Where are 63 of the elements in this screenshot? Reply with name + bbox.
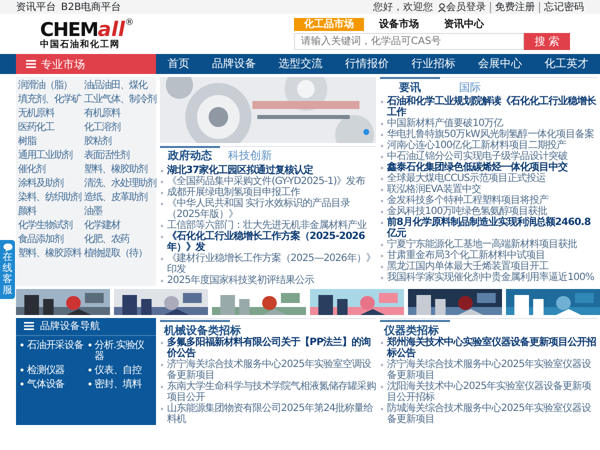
menu-icon: [26, 60, 36, 68]
search-tab[interactable]: 设备市场: [369, 18, 429, 31]
category-link[interactable]: 植物提取（待）: [84, 248, 156, 259]
menu-icon: [24, 322, 34, 330]
top-link[interactable]: 忘记密码: [539, 2, 584, 12]
nav-link[interactable]: 首页: [167, 54, 190, 74]
news-tab[interactable]: 国际: [440, 77, 500, 94]
category-link[interactable]: 涂料及助剂: [18, 178, 81, 189]
category-link[interactable]: 化学建材: [84, 220, 156, 231]
news-tab[interactable]: 科技创新: [220, 146, 280, 162]
news-tab[interactable]: 要讯: [380, 77, 440, 94]
category-link[interactable]: 化肥、农药: [84, 234, 156, 245]
logo[interactable]: CHEMall®: [40, 18, 134, 40]
category-link[interactable]: 化工溶剂: [84, 122, 156, 133]
logo-tagline: 中国石油和化工网: [40, 40, 121, 50]
market-label: 专业市场: [41, 58, 85, 70]
nav-link[interactable]: 行情报价: [344, 54, 389, 74]
search-field[interactable]: 请输入关键词，化学品可CAS号: [294, 33, 524, 50]
section-title: 仪器类招标: [382, 324, 440, 336]
category-link[interactable]: 润滑油（脂）: [18, 80, 81, 91]
category-link[interactable]: 无机原料: [18, 108, 81, 119]
category-link[interactable]: 化学生物试剂: [18, 220, 81, 231]
nav-link[interactable]: 选型交流: [278, 54, 322, 74]
category-link[interactable]: 食品添加剂: [18, 234, 81, 245]
category-link[interactable]: 通用工业助剂: [18, 150, 81, 161]
category-link[interactable]: 油墨: [84, 206, 156, 217]
category-link[interactable]: 工业气体、制冷剂: [84, 94, 156, 105]
top-link[interactable]: 资讯平台: [16, 2, 56, 12]
news-link[interactable]: 山东能源集团物资有限公司2025年第24批称量给料机: [160, 402, 376, 424]
login-link[interactable]: 会员登录: [438, 2, 486, 12]
search-tab[interactable]: 资讯中心: [434, 18, 494, 31]
section-title: 机械设备类招标: [162, 324, 242, 336]
user-icon: [438, 2, 446, 12]
category-link[interactable]: 塑料、橡胶助剂: [84, 164, 156, 175]
nav-link[interactable]: 会展中心: [478, 54, 522, 74]
market-menu[interactable]: 专业市场: [16, 54, 156, 74]
news-link[interactable]: 石油和化学工业规划院解读《石化化工行业稳增长工作: [380, 96, 598, 118]
category-link[interactable]: 染料、纺织助剂: [18, 192, 81, 203]
greeting-text: 您好，欢迎您: [373, 2, 433, 12]
category-link[interactable]: 催化剂: [18, 164, 81, 175]
category-link[interactable]: 树脂: [18, 136, 81, 147]
category-link[interactable]: 塑料、橡胶原料: [18, 248, 81, 259]
category-link[interactable]: 清洗、水处理助剂: [84, 178, 156, 189]
nav-link[interactable]: 品牌设备: [212, 54, 256, 74]
category-link[interactable]: 有机原料: [84, 108, 156, 119]
service-tab[interactable]: 在线客服: [0, 240, 15, 299]
top-link[interactable]: 免费注册: [490, 2, 535, 12]
category-link[interactable]: 颜料: [18, 206, 81, 217]
panel-title: 品牌设备导航: [40, 320, 100, 332]
category-link[interactable]: 医药化工: [18, 122, 81, 133]
category-link[interactable]: 表面活性剂: [84, 150, 156, 161]
news-link[interactable]: 郑州海关技术中心实验室仪器设备更新项目公开招标公告: [380, 336, 598, 358]
chat-icon: [2, 243, 12, 252]
news-link[interactable]: 东南大学生命科学与技术学院气相液氮储存罐采购项目公开: [160, 380, 376, 402]
category-link[interactable]: 造纸、皮革助剂: [84, 192, 156, 203]
category-link[interactable]: 胶粘剂: [84, 136, 156, 147]
category-link[interactable]: 油品油田、煤化: [84, 80, 156, 91]
top-link[interactable]: B2B电商平台: [61, 2, 122, 12]
nav-link[interactable]: 行业招标: [412, 54, 456, 74]
search-button[interactable]: 搜 索: [524, 33, 570, 50]
category-link[interactable]: 填充剂、化学矿: [18, 94, 81, 105]
news-tab[interactable]: 政府动态: [160, 146, 220, 162]
nav-link[interactable]: 化工英才: [544, 54, 589, 74]
